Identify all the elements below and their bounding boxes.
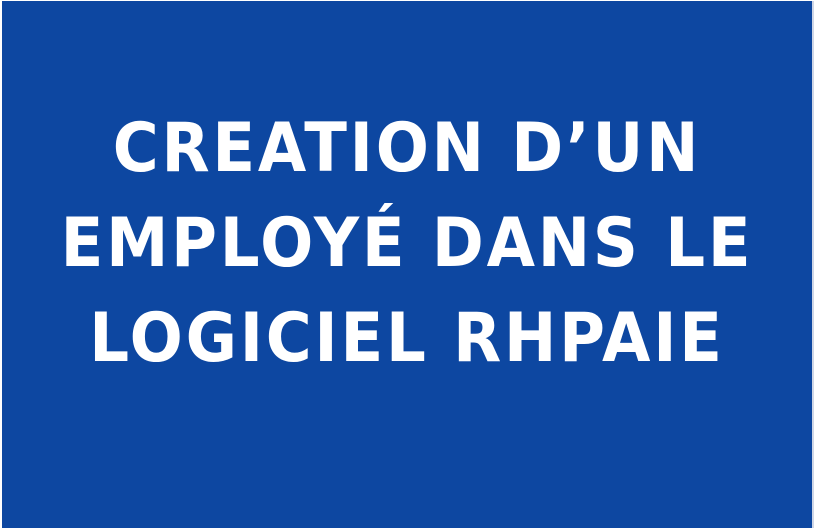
- title-line-1: CREATION D’UN: [112, 109, 702, 188]
- slide-title: CREATION D’UN EMPLOYÉ DANS LE LOGICIEL R…: [34, 101, 779, 386]
- title-line-3: LOGICIEL RHPAIE: [89, 299, 725, 378]
- title-slide: CREATION D’UN EMPLOYÉ DANS LE LOGICIEL R…: [2, 1, 814, 528]
- title-line-2: EMPLOYÉ DANS LE: [60, 204, 754, 283]
